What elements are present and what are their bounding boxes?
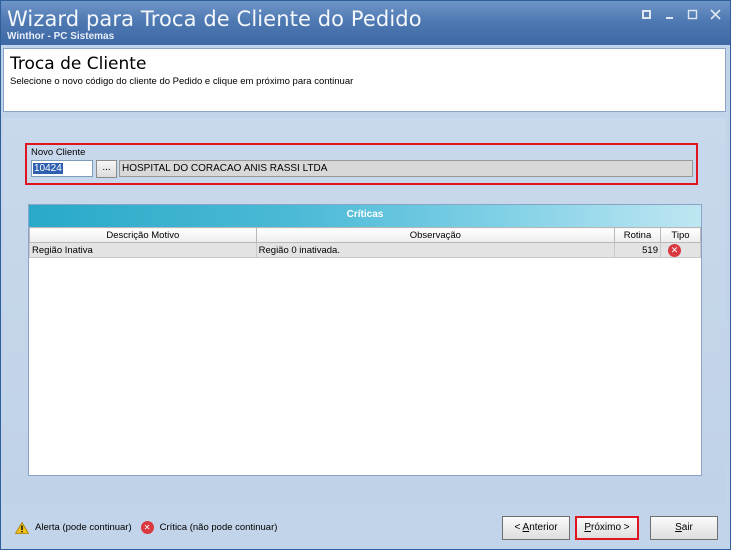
cliente-lookup-button[interactable]: ...: [96, 160, 117, 178]
page-instruction: Selecione o novo código do cliente do Pe…: [10, 76, 354, 87]
col-header-motivo[interactable]: Descrição Motivo: [29, 227, 257, 243]
error-icon: ✕: [140, 521, 154, 534]
close-icon[interactable]: [708, 7, 722, 21]
criticas-grid: Críticas Descrição Motivo Observação Rot…: [28, 204, 702, 476]
sair-label: air: [681, 522, 693, 533]
cliente-name-field: HOSPITAL DO CORACAO ANIS RASSI LTDA: [119, 160, 693, 177]
wizard-header: Troca de Cliente Selecione o novo código…: [3, 48, 726, 112]
wizard-body: Novo Cliente 10424 ... HOSPITAL DO CORAC…: [3, 118, 726, 504]
sair-button[interactable]: Sair: [650, 516, 718, 540]
maximize-icon[interactable]: [685, 7, 699, 21]
cell-tipo: ✕: [660, 242, 701, 258]
page-title: Troca de Cliente: [10, 54, 147, 74]
cell-motivo: Região Inativa: [29, 242, 257, 258]
proximo-accel: P: [584, 522, 592, 533]
proximo-label: róximo >: [591, 522, 630, 533]
restore-icon[interactable]: [639, 7, 653, 21]
anterior-button[interactable]: < Anterior: [502, 516, 570, 540]
table-header-row: Descrição Motivo Observação Rotina Tipo: [29, 227, 701, 243]
col-header-rotina[interactable]: Rotina: [614, 227, 661, 243]
criticas-table: Descrição Motivo Observação Rotina Tipo …: [29, 227, 701, 258]
cell-observacao: Região 0 inativada.: [255, 242, 616, 258]
wizard-footer: Alerta (pode continuar) ✕ Crítica (não p…: [3, 507, 726, 547]
anterior-label: nterior: [529, 522, 558, 533]
critica-error-icon: ✕: [668, 243, 681, 257]
cliente-code-input[interactable]: 10424: [31, 160, 93, 177]
legend: Alerta (pode continuar) ✕ Crítica (não p…: [15, 521, 277, 534]
cliente-code-value: 10424: [33, 163, 63, 174]
sair-accel: S: [675, 522, 682, 533]
title-bar[interactable]: Wizard para Troca de Cliente do Pedido W…: [1, 1, 730, 45]
novo-cliente-group: Novo Cliente 10424 ... HOSPITAL DO CORAC…: [25, 143, 698, 185]
criticas-caption: Críticas: [346, 209, 384, 220]
warning-icon: [15, 521, 29, 534]
table-row[interactable]: Região Inativa Região 0 inativada. 519 ✕: [29, 242, 701, 258]
col-header-observacao[interactable]: Observação: [255, 227, 616, 243]
criticas-band: Críticas: [29, 205, 701, 227]
legend-critica: Crítica (não pode continuar): [159, 522, 278, 533]
col-header-tipo[interactable]: Tipo: [660, 227, 701, 243]
anterior-prefix: <: [514, 522, 523, 533]
cell-rotina: 519: [614, 242, 661, 258]
window-subtitle: Winthor - PC Sistemas: [7, 31, 115, 42]
legend-alerta: Alerta (pode continuar): [35, 522, 132, 533]
window-title: Wizard para Troca de Cliente do Pedido: [7, 7, 422, 31]
wizard-window: Wizard para Troca de Cliente do Pedido W…: [0, 0, 731, 550]
window-controls: [639, 7, 722, 21]
novo-cliente-label: Novo Cliente: [31, 147, 86, 158]
proximo-button[interactable]: Próximo >: [575, 516, 639, 540]
minimize-icon[interactable]: [662, 7, 676, 21]
